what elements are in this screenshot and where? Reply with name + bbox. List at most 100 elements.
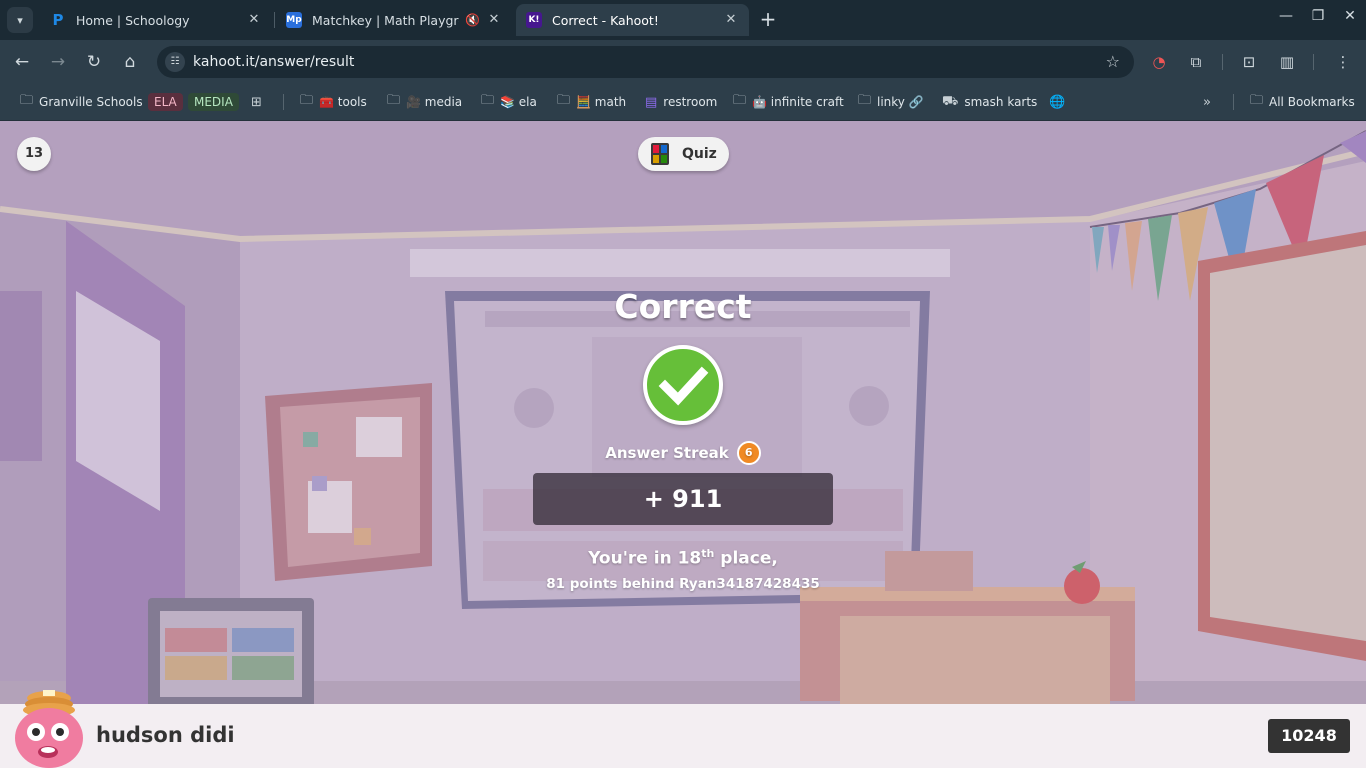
- bookmark-label: ELA: [148, 93, 183, 111]
- kahoot-result-page: 13 Quiz Correct Answer Streak 6 + 911 Yo…: [0, 121, 1366, 768]
- back-arrow-icon[interactable]: ←: [10, 50, 34, 74]
- folder-icon: 🗀: [1250, 93, 1264, 108]
- bookmark-label: 🧰 tools: [319, 95, 367, 109]
- streak-label: Answer Streak: [605, 444, 729, 462]
- extensions-puzzle-icon[interactable]: ⧉: [1185, 52, 1207, 72]
- quiz-type-label: Quiz: [682, 146, 717, 162]
- minimize-icon[interactable]: —: [1274, 8, 1298, 24]
- all-bookmarks[interactable]: 🗀 All Bookmarks: [1250, 92, 1355, 112]
- bookmark-smash-karts[interactable]: ⛟ smash karts: [942, 92, 1037, 112]
- browser-toolbar: ← → ↻ ⌂ ☷ kahoot.it/answer/result ☆ ◔ ⧉ …: [0, 40, 1366, 84]
- bookmark-label: All Bookmarks: [1269, 95, 1355, 109]
- screenshot-icon[interactable]: ⊡: [1238, 52, 1260, 72]
- checkmark-icon: [658, 366, 709, 406]
- total-score-badge: 10248: [1268, 719, 1350, 753]
- player-nickname: hudson didi: [96, 723, 235, 747]
- player-avatar: [15, 690, 83, 768]
- tab-kahoot[interactable]: K! Correct - Kahoot! ✕: [516, 4, 749, 36]
- bookmark-label: smash karts: [964, 95, 1038, 109]
- restore-icon[interactable]: ❐: [1306, 8, 1330, 24]
- folder-icon: 🗀: [481, 93, 495, 108]
- bookmark-divider: [283, 94, 284, 110]
- place-prefix: You're in 18: [588, 548, 702, 569]
- bookmark-restroom[interactable]: ▤ restroom: [645, 92, 717, 112]
- place-text: You're in 18th place,: [433, 547, 933, 569]
- tab-title: Matchkey | Math Playground: [312, 12, 459, 28]
- new-tab-button[interactable]: +: [757, 8, 779, 30]
- folder-icon: 🗀: [387, 93, 401, 108]
- place-ordinal-suffix: th: [701, 547, 715, 560]
- tab-divider: [274, 12, 275, 28]
- folder-settings-icon: 🗀: [20, 93, 34, 108]
- points-behind-text: 81 points behind Ryan34187428435: [546, 576, 820, 592]
- bookmark-globe[interactable]: 🌐: [1049, 92, 1071, 112]
- bookmarks-overflow-chevron-icon[interactable]: »: [1203, 92, 1217, 112]
- bookmark-label: 🤖 infinite craft: [752, 95, 844, 109]
- bookmark-tools[interactable]: 🗀 🧰 tools: [300, 92, 367, 112]
- kahoot-favicon-icon: K!: [526, 12, 542, 28]
- bookmark-label: Granville Schools: [39, 95, 143, 109]
- bookmark-math[interactable]: 🗀 🧮 math: [557, 92, 626, 112]
- bookmark-media[interactable]: MEDIA: [188, 92, 239, 112]
- correct-check-icon: [643, 345, 723, 425]
- bookmark-ela[interactable]: ELA: [148, 92, 183, 112]
- schoology-favicon-icon: P: [52, 11, 64, 29]
- bookmark-media-folder[interactable]: 🗀 🎥 media: [387, 92, 462, 112]
- tab-title: Correct - Kahoot!: [552, 12, 659, 28]
- bookmark-divider: [1233, 94, 1234, 110]
- bookmark-label: 🎥 media: [406, 95, 463, 109]
- folder-icon: 🗀: [557, 93, 571, 108]
- toolbar-divider: [1222, 54, 1223, 70]
- place-suffix: place,: [714, 548, 778, 569]
- tab-strip: ▾ P Home | Schoology ✕ Mp Matchkey | Mat…: [0, 0, 1366, 40]
- folder-icon: 🗀: [300, 93, 314, 108]
- bookmark-label: 🧮 math: [576, 95, 627, 109]
- tab-close-icon[interactable]: ✕: [246, 12, 262, 28]
- kart-icon: ⛟: [942, 93, 959, 109]
- answer-streak: Answer Streak 6: [533, 441, 833, 465]
- double-chevron-icon: »: [1203, 94, 1211, 110]
- url-text[interactable]: kahoot.it/answer/result: [193, 54, 354, 70]
- reload-icon[interactable]: ↻: [82, 50, 106, 74]
- site-info-icon[interactable]: ☷: [165, 52, 185, 72]
- bookmark-apps[interactable]: ⊞: [251, 92, 268, 112]
- bookmark-infinite-craft[interactable]: 🗀 🤖 infinite craft: [733, 92, 844, 112]
- home-icon[interactable]: ⌂: [118, 50, 142, 74]
- bookmark-label: linky 🔗: [877, 95, 924, 109]
- streak-flame-badge: 6: [736, 441, 761, 465]
- window-close-icon[interactable]: ✕: [1338, 8, 1362, 24]
- bookmark-label: MEDIA: [188, 93, 239, 111]
- question-counter: 13: [17, 137, 51, 171]
- result-title: Correct: [614, 287, 752, 326]
- extension-record-icon[interactable]: ◔: [1148, 52, 1170, 72]
- forward-arrow-icon[interactable]: →: [46, 50, 70, 74]
- globe-icon: 🌐: [1049, 94, 1066, 110]
- quiz-type-pill: Quiz: [638, 137, 729, 171]
- points-earned-banner: + 911: [533, 473, 833, 525]
- math-playground-favicon-icon: Mp: [286, 12, 302, 28]
- bookmarks-bar: 🗀 Granville Schools ELA MEDIA ⊞ 🗀 🧰 tool…: [0, 84, 1366, 121]
- bookmark-label: 📚 ela: [500, 95, 537, 109]
- reading-mode-icon[interactable]: ▥: [1276, 52, 1298, 72]
- form-icon: ▤: [645, 94, 658, 110]
- player-footer: hudson didi 10248: [0, 690, 1366, 768]
- grid-icon: ⊞: [251, 94, 262, 110]
- bookmark-label: restroom: [663, 95, 718, 109]
- bookmark-ela-folder[interactable]: 🗀 📚 ela: [481, 92, 537, 112]
- tab-close-icon[interactable]: ✕: [723, 12, 739, 28]
- tab-schoology[interactable]: P Home | Schoology ✕: [40, 4, 272, 36]
- tab-math-playground[interactable]: Mp Matchkey | Math Playground 🔇 ✕: [276, 4, 512, 36]
- bookmark-granville-schools[interactable]: 🗀 Granville Schools: [20, 92, 143, 112]
- folder-icon: 🗀: [858, 93, 872, 108]
- bookmark-linky[interactable]: 🗀 linky 🔗: [858, 92, 924, 112]
- bookmark-star-icon[interactable]: ☆: [1106, 52, 1120, 71]
- tab-title: Home | Schoology: [76, 12, 190, 28]
- tab-search-button[interactable]: ▾: [7, 7, 33, 33]
- quiz-grid-icon: [651, 143, 669, 165]
- address-bar[interactable]: ☷ kahoot.it/answer/result ☆: [157, 46, 1134, 78]
- tab-close-icon[interactable]: ✕: [486, 12, 502, 28]
- muted-speaker-icon[interactable]: 🔇: [465, 13, 480, 27]
- folder-icon: 🗀: [733, 93, 747, 108]
- kebab-menu-icon[interactable]: ⋮: [1332, 52, 1354, 72]
- toolbar-divider: [1313, 54, 1314, 70]
